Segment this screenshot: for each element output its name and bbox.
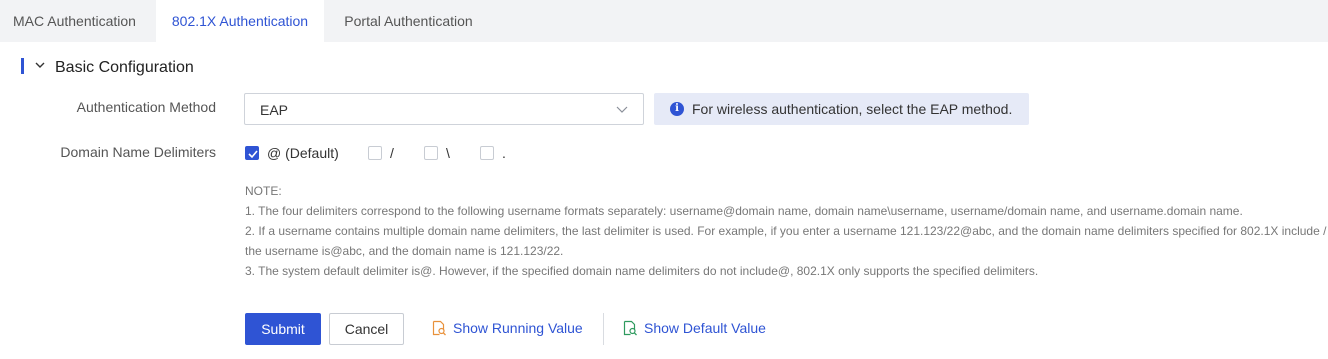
delimiter-label: \ — [446, 145, 450, 161]
delimiter-label: @ (Default) — [267, 145, 339, 161]
note-heading: NOTE: — [245, 184, 282, 198]
divider — [603, 313, 604, 345]
authentication-method-value: EAP — [260, 102, 289, 118]
note-line: the username is@abc, and the domain name… — [245, 244, 564, 258]
submit-button[interactable]: Submit — [245, 313, 321, 345]
delimiter-label: / — [390, 145, 394, 161]
authentication-method-select[interactable]: EAP — [244, 93, 644, 125]
section-accent-bar — [21, 58, 24, 74]
tab-bar: MAC Authentication 802.1X Authentication… — [0, 0, 1328, 42]
show-running-value-link[interactable]: Show Running Value — [453, 320, 583, 337]
tab-mac-authentication[interactable]: MAC Authentication — [0, 0, 152, 42]
default-value-icon[interactable] — [622, 320, 638, 336]
checkbox-unchecked-icon[interactable] — [480, 146, 494, 160]
chevron-down-icon — [616, 106, 628, 113]
delimiter-label: . — [502, 145, 506, 161]
checkbox-unchecked-icon[interactable] — [368, 146, 382, 160]
info-tip: i For wireless authentication, select th… — [654, 93, 1029, 125]
chevron-down-icon[interactable] — [34, 59, 46, 71]
tab-portal-authentication[interactable]: Portal Authentication — [327, 0, 490, 42]
note-line: 3. The system default delimiter is@. How… — [245, 264, 1039, 278]
domain-name-delimiters-label: Domain Name Delimiters — [60, 144, 216, 160]
info-icon: i — [670, 102, 684, 116]
checkbox-unchecked-icon[interactable] — [424, 146, 438, 160]
authentication-method-label: Authentication Method — [76, 99, 216, 115]
info-tip-text: For wireless authentication, select the … — [692, 101, 1013, 117]
show-default-value-link[interactable]: Show Default Value — [644, 320, 766, 337]
running-value-icon[interactable] — [431, 320, 447, 336]
tab-8021x-authentication[interactable]: 802.1X Authentication — [156, 0, 324, 42]
checkbox-checked-icon[interactable] — [245, 146, 259, 160]
note-line: 2. If a username contains multiple domai… — [245, 224, 1327, 238]
section-title: Basic Configuration — [55, 59, 194, 76]
cancel-button[interactable]: Cancel — [329, 313, 404, 345]
note-line: 1. The four delimiters correspond to the… — [245, 204, 1243, 218]
